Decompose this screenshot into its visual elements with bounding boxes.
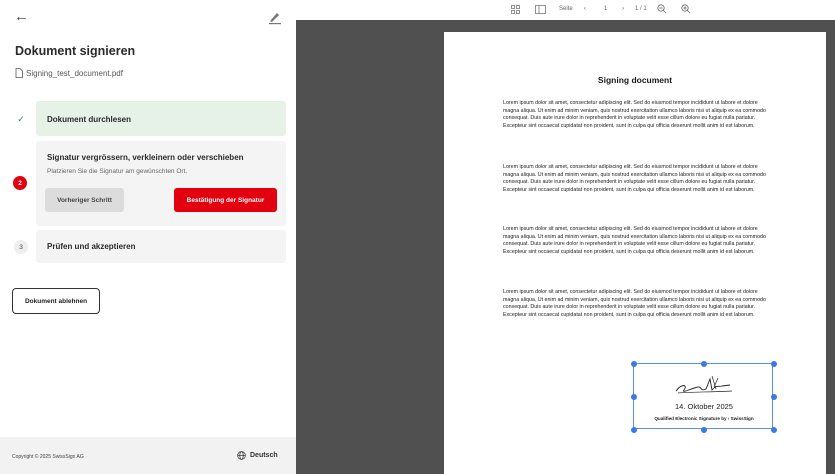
step-number-2: 2 [13, 176, 27, 190]
zoom-out-icon[interactable] [657, 3, 667, 15]
step-title: Prüfen und akzeptieren [47, 242, 136, 251]
step-number-3: 3 [14, 240, 28, 254]
step-title: Dokument durchlesen [47, 115, 132, 124]
resize-handle[interactable] [770, 360, 777, 367]
handwritten-signature [675, 375, 733, 394]
document-page: Signing document Lorem ipsum dolor sit a… [444, 32, 826, 474]
next-page-icon[interactable]: › [622, 3, 624, 15]
page-label: Seite [559, 6, 573, 12]
resize-handle[interactable] [701, 360, 707, 367]
globe-icon [237, 451, 246, 460]
footer: Copyright © 2025 SwissSign AG Deutsch [0, 437, 296, 474]
swisssign-logo: › SwissSign [727, 416, 754, 421]
file-name: Signing_test_document.pdf [26, 68, 123, 78]
step-read-document[interactable]: Dokument durchlesen [36, 101, 286, 136]
resize-handle[interactable] [701, 426, 707, 433]
sidebar-toggle-icon[interactable] [535, 3, 546, 15]
step-title: Signatur vergrössern, verkleinern oder v… [47, 153, 244, 162]
file-icon [15, 68, 23, 78]
edit-pen-icon[interactable] [268, 9, 282, 25]
step-description: Platzieren Sie die Signatur am gewünscht… [47, 168, 188, 175]
page-input[interactable]: 1 [604, 3, 607, 15]
check-icon: ✓ [17, 113, 25, 124]
language-label: Deutsch [250, 452, 278, 459]
resize-handle[interactable] [770, 426, 777, 433]
document-title: Signing document [597, 75, 673, 85]
resize-handle[interactable] [630, 426, 637, 433]
zoom-in-icon[interactable] [681, 3, 691, 15]
signature-qualifier: Qualified Electronic Signature by › Swis… [634, 416, 774, 421]
copyright-text: Copyright © 2025 SwissSign AG [12, 454, 84, 460]
resize-handle[interactable] [630, 360, 637, 367]
viewer-toolbar: Seite ‹ 1 › 1 / 1 [296, 0, 835, 20]
previous-step-button[interactable]: Vorheriger Schritt [45, 188, 124, 212]
page-count: 1 / 1 [635, 6, 647, 12]
resize-handle[interactable] [630, 393, 637, 400]
resize-handle[interactable] [770, 393, 777, 400]
confirm-signature-button[interactable]: Bestätigung der Signatur [174, 188, 277, 212]
signature-qualifier-text: Qualified Electronic Signature by [654, 416, 727, 421]
document-paragraph: Lorem ipsum dolor sit amet, consectetur … [503, 289, 766, 319]
step-place-signature: Signatur vergrössern, verkleinern oder v… [36, 141, 286, 226]
language-selector[interactable]: Deutsch [237, 451, 278, 460]
page-title: Dokument signieren [15, 44, 136, 58]
sign-panel: ← Dokument signieren Signing_test_docume… [0, 0, 296, 474]
signature-field[interactable]: 14. Oktober 2025 Qualified Electronic Si… [630, 360, 777, 433]
document-paragraph: Lorem ipsum dolor sit amet, consectetur … [503, 164, 766, 194]
file-name-row: Signing_test_document.pdf [15, 68, 123, 78]
prev-page-icon[interactable]: ‹ [584, 3, 586, 15]
step-review-accept[interactable]: Prüfen und akzeptieren [36, 230, 286, 263]
swisssign-brand: SwissSign [730, 416, 754, 421]
back-arrow-icon[interactable]: ← [14, 9, 32, 25]
reject-document-button[interactable]: Dokument ablehnen [12, 288, 100, 314]
signature-date: 14. Oktober 2025 [675, 402, 733, 411]
document-paragraph: Lorem ipsum dolor sit amet, consectetur … [503, 100, 766, 130]
document-viewer[interactable]: Signing document Lorem ipsum dolor sit a… [296, 20, 835, 474]
thumbnails-icon[interactable] [511, 3, 520, 15]
document-paragraph: Lorem ipsum dolor sit amet, consectetur … [503, 226, 766, 256]
